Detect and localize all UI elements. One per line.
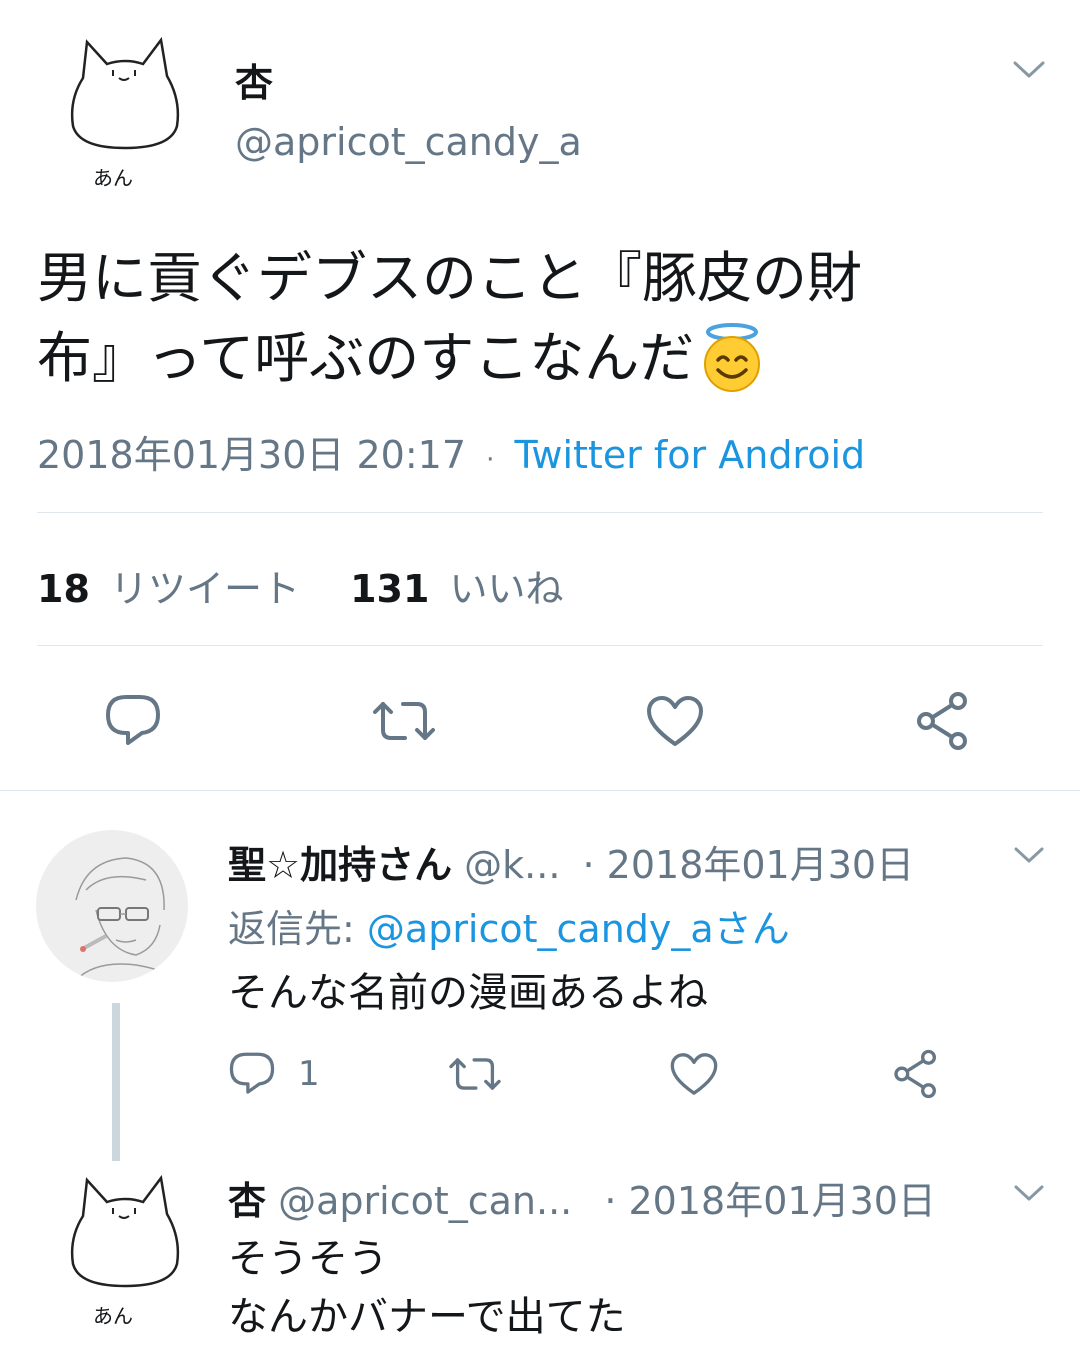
reply-text-line-2: なんかバナーで出てた xyxy=(228,1294,626,1340)
reply-icon xyxy=(229,1052,275,1094)
user-handle[interactable]: @k... xyxy=(464,843,560,887)
heart-icon xyxy=(647,696,703,746)
source-link[interactable]: Twitter for Android xyxy=(514,433,865,477)
display-name[interactable]: 杏 xyxy=(235,52,273,107)
tweet-stats: 18 リツイート 131 いいね xyxy=(37,558,564,613)
reply-text: そんな名前の漫画あるよね xyxy=(228,970,708,1016)
retweet-stat[interactable]: 18 リツイート xyxy=(37,567,312,611)
reply-to-handle[interactable]: @apricot_candy_aさん xyxy=(367,907,790,951)
chevron-down-icon[interactable] xyxy=(1013,1182,1045,1204)
sketch-portrait-avatar xyxy=(75,857,177,981)
reply-icon xyxy=(106,695,160,745)
like-button[interactable] xyxy=(664,1046,724,1102)
heart-icon xyxy=(670,1053,718,1095)
avatar-caption: あん xyxy=(93,1304,133,1328)
avatar-caption: あん xyxy=(93,166,133,190)
avatar[interactable]: あん xyxy=(55,1168,195,1338)
chevron-down-icon[interactable] xyxy=(1012,58,1046,82)
retweet-button[interactable] xyxy=(366,686,442,756)
reply-header: 杏 @apricot_can... · 2018年01月30日 xyxy=(228,1170,936,1225)
retweet-label: リツイート xyxy=(109,567,300,611)
like-button[interactable] xyxy=(640,686,710,756)
chevron-down-icon[interactable] xyxy=(1013,844,1045,866)
reply-header: 聖☆加持さん @k... · 2018年01月30日 xyxy=(228,834,914,889)
display-name[interactable]: 杏 xyxy=(228,1179,266,1223)
reply-to: 返信先: @apricot_candy_aさん xyxy=(228,898,790,953)
share-button[interactable] xyxy=(886,1046,946,1102)
share-button[interactable] xyxy=(908,686,978,756)
reply-date[interactable]: · 2018年01月30日 xyxy=(604,1179,936,1223)
share-icon xyxy=(917,692,967,750)
tweet-meta: 2018年01月30日 20:17 · Twitter for Android xyxy=(37,424,865,479)
divider xyxy=(37,512,1043,513)
retweet-icon xyxy=(449,1058,501,1090)
reply-text: そうそう なんかバナーで出てた xyxy=(228,1230,626,1346)
timestamp[interactable]: 2018年01月30日 20:17 xyxy=(37,433,466,477)
reply-button[interactable] xyxy=(98,686,168,756)
reply-button[interactable]: 1 xyxy=(228,1046,328,1102)
like-stat[interactable]: 131 いいね xyxy=(350,567,563,611)
tweet-text: 男に貢ぐデブスのこと『豚皮の財 布』って呼ぶのすこなんだ xyxy=(37,238,862,398)
smiling-face-with-halo-emoji-icon xyxy=(696,322,768,394)
share-icon xyxy=(894,1049,936,1099)
avatar[interactable] xyxy=(36,830,188,982)
thread-line xyxy=(112,1003,120,1161)
like-count: 131 xyxy=(350,567,430,611)
tweet-text-line-2: 布』って呼ぶのすこなんだ xyxy=(37,326,695,390)
tweet-text-line-1: 男に貢ぐデブスのこと『豚皮の財 xyxy=(37,246,863,310)
divider xyxy=(37,645,1043,646)
reply-text-line-1: そうそう xyxy=(228,1236,388,1282)
avatar[interactable]: あん xyxy=(55,30,195,200)
meta-separator: · xyxy=(486,445,495,475)
like-label: いいね xyxy=(449,567,564,611)
display-name[interactable]: 聖☆加持さん xyxy=(228,843,452,887)
reply-count: 1 xyxy=(298,1054,320,1094)
reply-to-label: 返信先: xyxy=(228,907,355,951)
section-divider xyxy=(0,790,1080,791)
retweet-icon xyxy=(373,702,435,740)
reply-date[interactable]: · 2018年01月30日 xyxy=(583,843,915,887)
user-handle[interactable]: @apricot_candy_a xyxy=(235,120,582,164)
user-handle[interactable]: @apricot_can... xyxy=(278,1179,572,1223)
retweet-count: 18 xyxy=(37,567,90,611)
retweet-button[interactable] xyxy=(442,1046,508,1102)
